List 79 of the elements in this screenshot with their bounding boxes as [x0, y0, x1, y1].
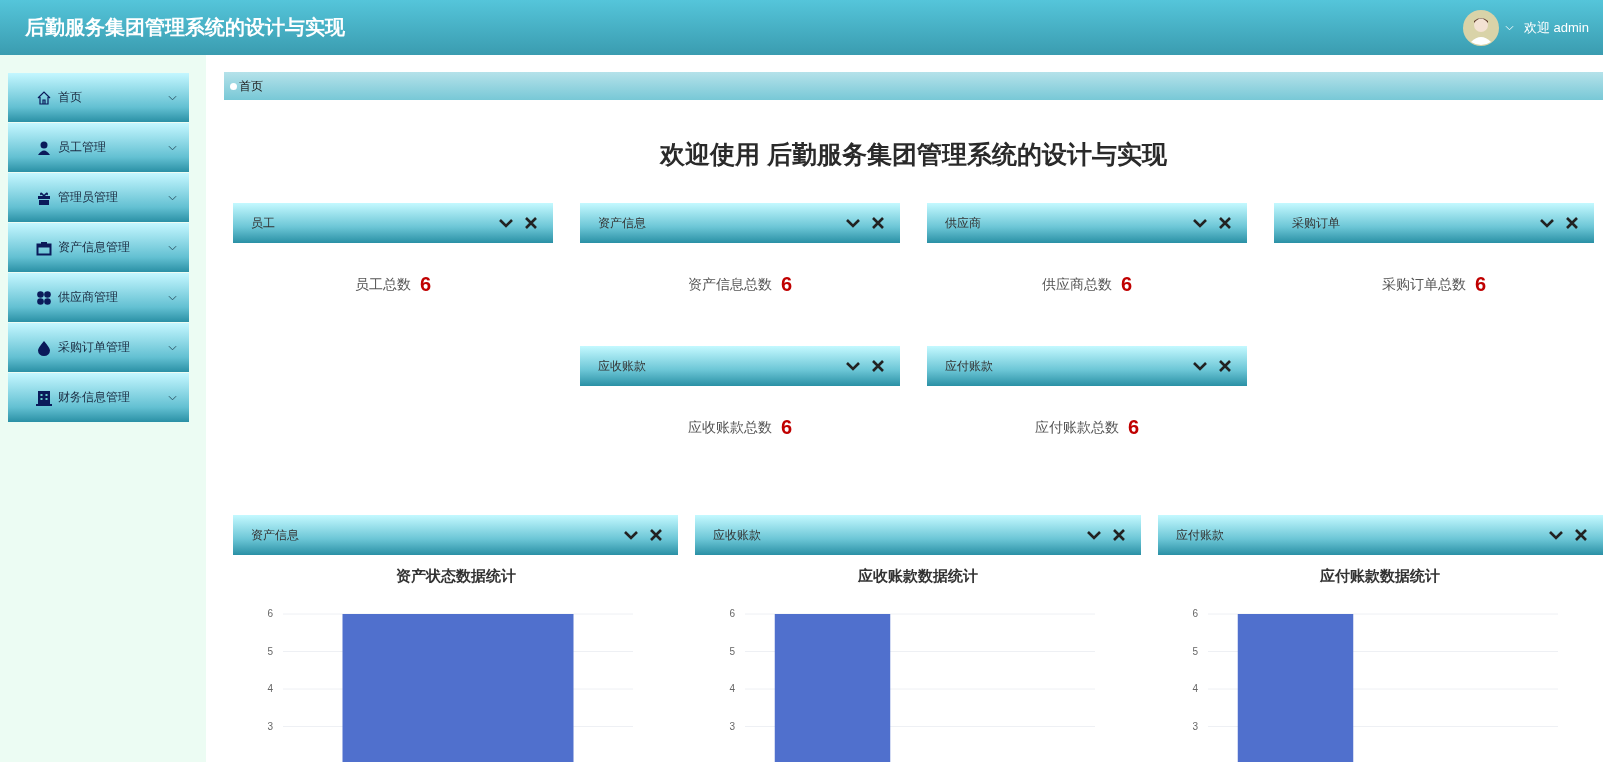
close-icon[interactable] — [1218, 359, 1232, 373]
card-title: 采购订单 — [1292, 214, 1340, 232]
close-icon[interactable] — [524, 216, 538, 230]
collapse-icon[interactable] — [1192, 360, 1208, 372]
card-title: 资产信息 — [251, 526, 299, 544]
chevron-icon — [168, 194, 177, 201]
app-title: 后勤服务集团管理系统的设计与实现 — [25, 15, 346, 40]
card-title: 员工 — [251, 214, 275, 232]
stat-label: 供应商总数 — [1041, 275, 1112, 294]
axis-tick-label: 5 — [267, 645, 273, 657]
card-title: 供应商 — [945, 214, 981, 232]
close-icon[interactable] — [1218, 216, 1232, 230]
collapse-icon[interactable] — [623, 529, 640, 541]
axis-tick-label: 4 — [1192, 683, 1198, 694]
drop-icon — [36, 339, 52, 356]
close-icon[interactable] — [649, 528, 664, 542]
menu-item[interactable]: 供应商管理 — [8, 273, 189, 322]
chevron-icon — [168, 244, 177, 251]
axis-tick-label: 3 — [1192, 720, 1198, 732]
dot-icon — [230, 82, 237, 90]
welcome-title: 欢迎使用 后勤服务集团管理系统的设计与实现 — [658, 139, 1168, 170]
collapse-icon[interactable] — [1548, 529, 1564, 541]
close-icon[interactable] — [871, 216, 885, 230]
collapse-icon[interactable] — [1085, 529, 1102, 541]
stat-count: 6 — [419, 273, 432, 295]
avatar-icon[interactable] — [1462, 9, 1499, 46]
close-icon[interactable] — [871, 359, 885, 373]
menu-item[interactable]: 首页 — [8, 73, 189, 122]
stat-count: 6 — [1120, 273, 1133, 295]
stat-label: 应收账款总数 — [687, 418, 772, 437]
card-title: 应付账款 — [1175, 526, 1224, 544]
menu-item[interactable]: 员工管理 — [8, 123, 189, 172]
collapse-icon[interactable] — [498, 217, 514, 229]
chart-title: 资产状态数据统计 — [394, 567, 517, 586]
stat-label: 员工总数 — [354, 275, 411, 294]
chevron-icon — [168, 94, 177, 101]
card-title: 应收账款 — [713, 526, 762, 544]
menu-item[interactable]: 管理员管理 — [8, 173, 189, 222]
stat-count: 6 — [780, 273, 793, 295]
stat-label: 资产信息总数 — [687, 275, 772, 294]
axis-tick-label: 6 — [1192, 608, 1198, 619]
chart-title: 应付账款数据统计 — [1319, 567, 1442, 586]
chevron-icon — [168, 294, 177, 301]
axis-tick-label: 4 — [729, 683, 736, 694]
axis-tick-label: 5 — [1192, 645, 1198, 657]
close-icon[interactable] — [1574, 528, 1588, 542]
chevron-icon — [168, 394, 177, 401]
breadcrumb-link[interactable]: 首页 — [239, 77, 263, 95]
stat-count: 6 — [780, 416, 793, 438]
stat-label: 采购订单总数 — [1381, 275, 1466, 294]
collapse-icon[interactable] — [845, 217, 861, 229]
close-icon[interactable] — [1111, 528, 1126, 542]
briefcase-icon — [36, 239, 52, 256]
chevron-icon — [168, 344, 177, 351]
menu-item[interactable]: 资产信息管理 — [8, 223, 189, 272]
collapse-icon[interactable] — [1539, 217, 1555, 229]
grid-icon — [36, 289, 52, 306]
axis-tick-label: 5 — [729, 645, 736, 657]
collapse-icon[interactable] — [845, 360, 861, 372]
axis-tick-label: 4 — [267, 683, 273, 694]
stat-count: 6 — [1474, 273, 1487, 295]
axis-tick-label: 6 — [267, 608, 273, 619]
stat-count: 6 — [1127, 416, 1140, 438]
menu-item[interactable]: 采购订单管理 — [8, 323, 189, 372]
stat-label: 应付账款总数 — [1034, 418, 1119, 437]
axis-tick-label: 6 — [729, 608, 736, 619]
chart-title: 应收账款数据统计 — [857, 567, 979, 586]
building-icon — [36, 389, 52, 406]
home-icon — [36, 89, 52, 106]
card-title: 应收账款 — [598, 357, 646, 375]
card-title: 资产信息 — [598, 214, 646, 232]
chevron-icon — [168, 144, 177, 151]
person-icon — [36, 139, 52, 156]
card-title: 应付账款 — [945, 357, 993, 375]
menu-item[interactable]: 财务信息管理 — [8, 373, 189, 422]
axis-tick-label: 3 — [267, 720, 273, 732]
collapse-icon[interactable] — [1192, 217, 1208, 229]
axis-tick-label: 3 — [729, 720, 736, 732]
close-icon[interactable] — [1565, 216, 1579, 230]
